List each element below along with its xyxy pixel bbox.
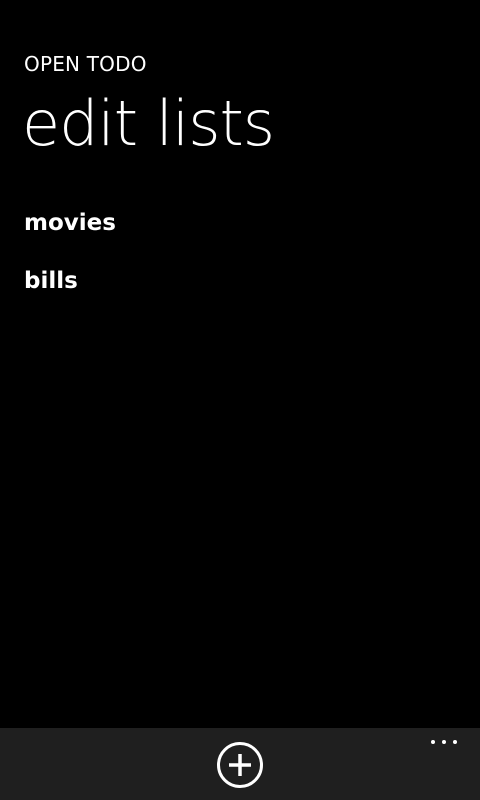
- list-item-bills[interactable]: bills: [24, 262, 454, 320]
- app-title: OPEN TODO: [24, 52, 147, 76]
- list-item-movies[interactable]: movies: [24, 204, 454, 262]
- add-list-button[interactable]: [216, 741, 264, 789]
- add-circle-icon: [217, 742, 263, 788]
- page-title: edit lists: [22, 87, 275, 160]
- lists-container: movies bills: [24, 204, 454, 320]
- more-options-button[interactable]: [424, 728, 464, 758]
- app-bar: [0, 728, 480, 800]
- ellipsis-icon: [431, 740, 457, 744]
